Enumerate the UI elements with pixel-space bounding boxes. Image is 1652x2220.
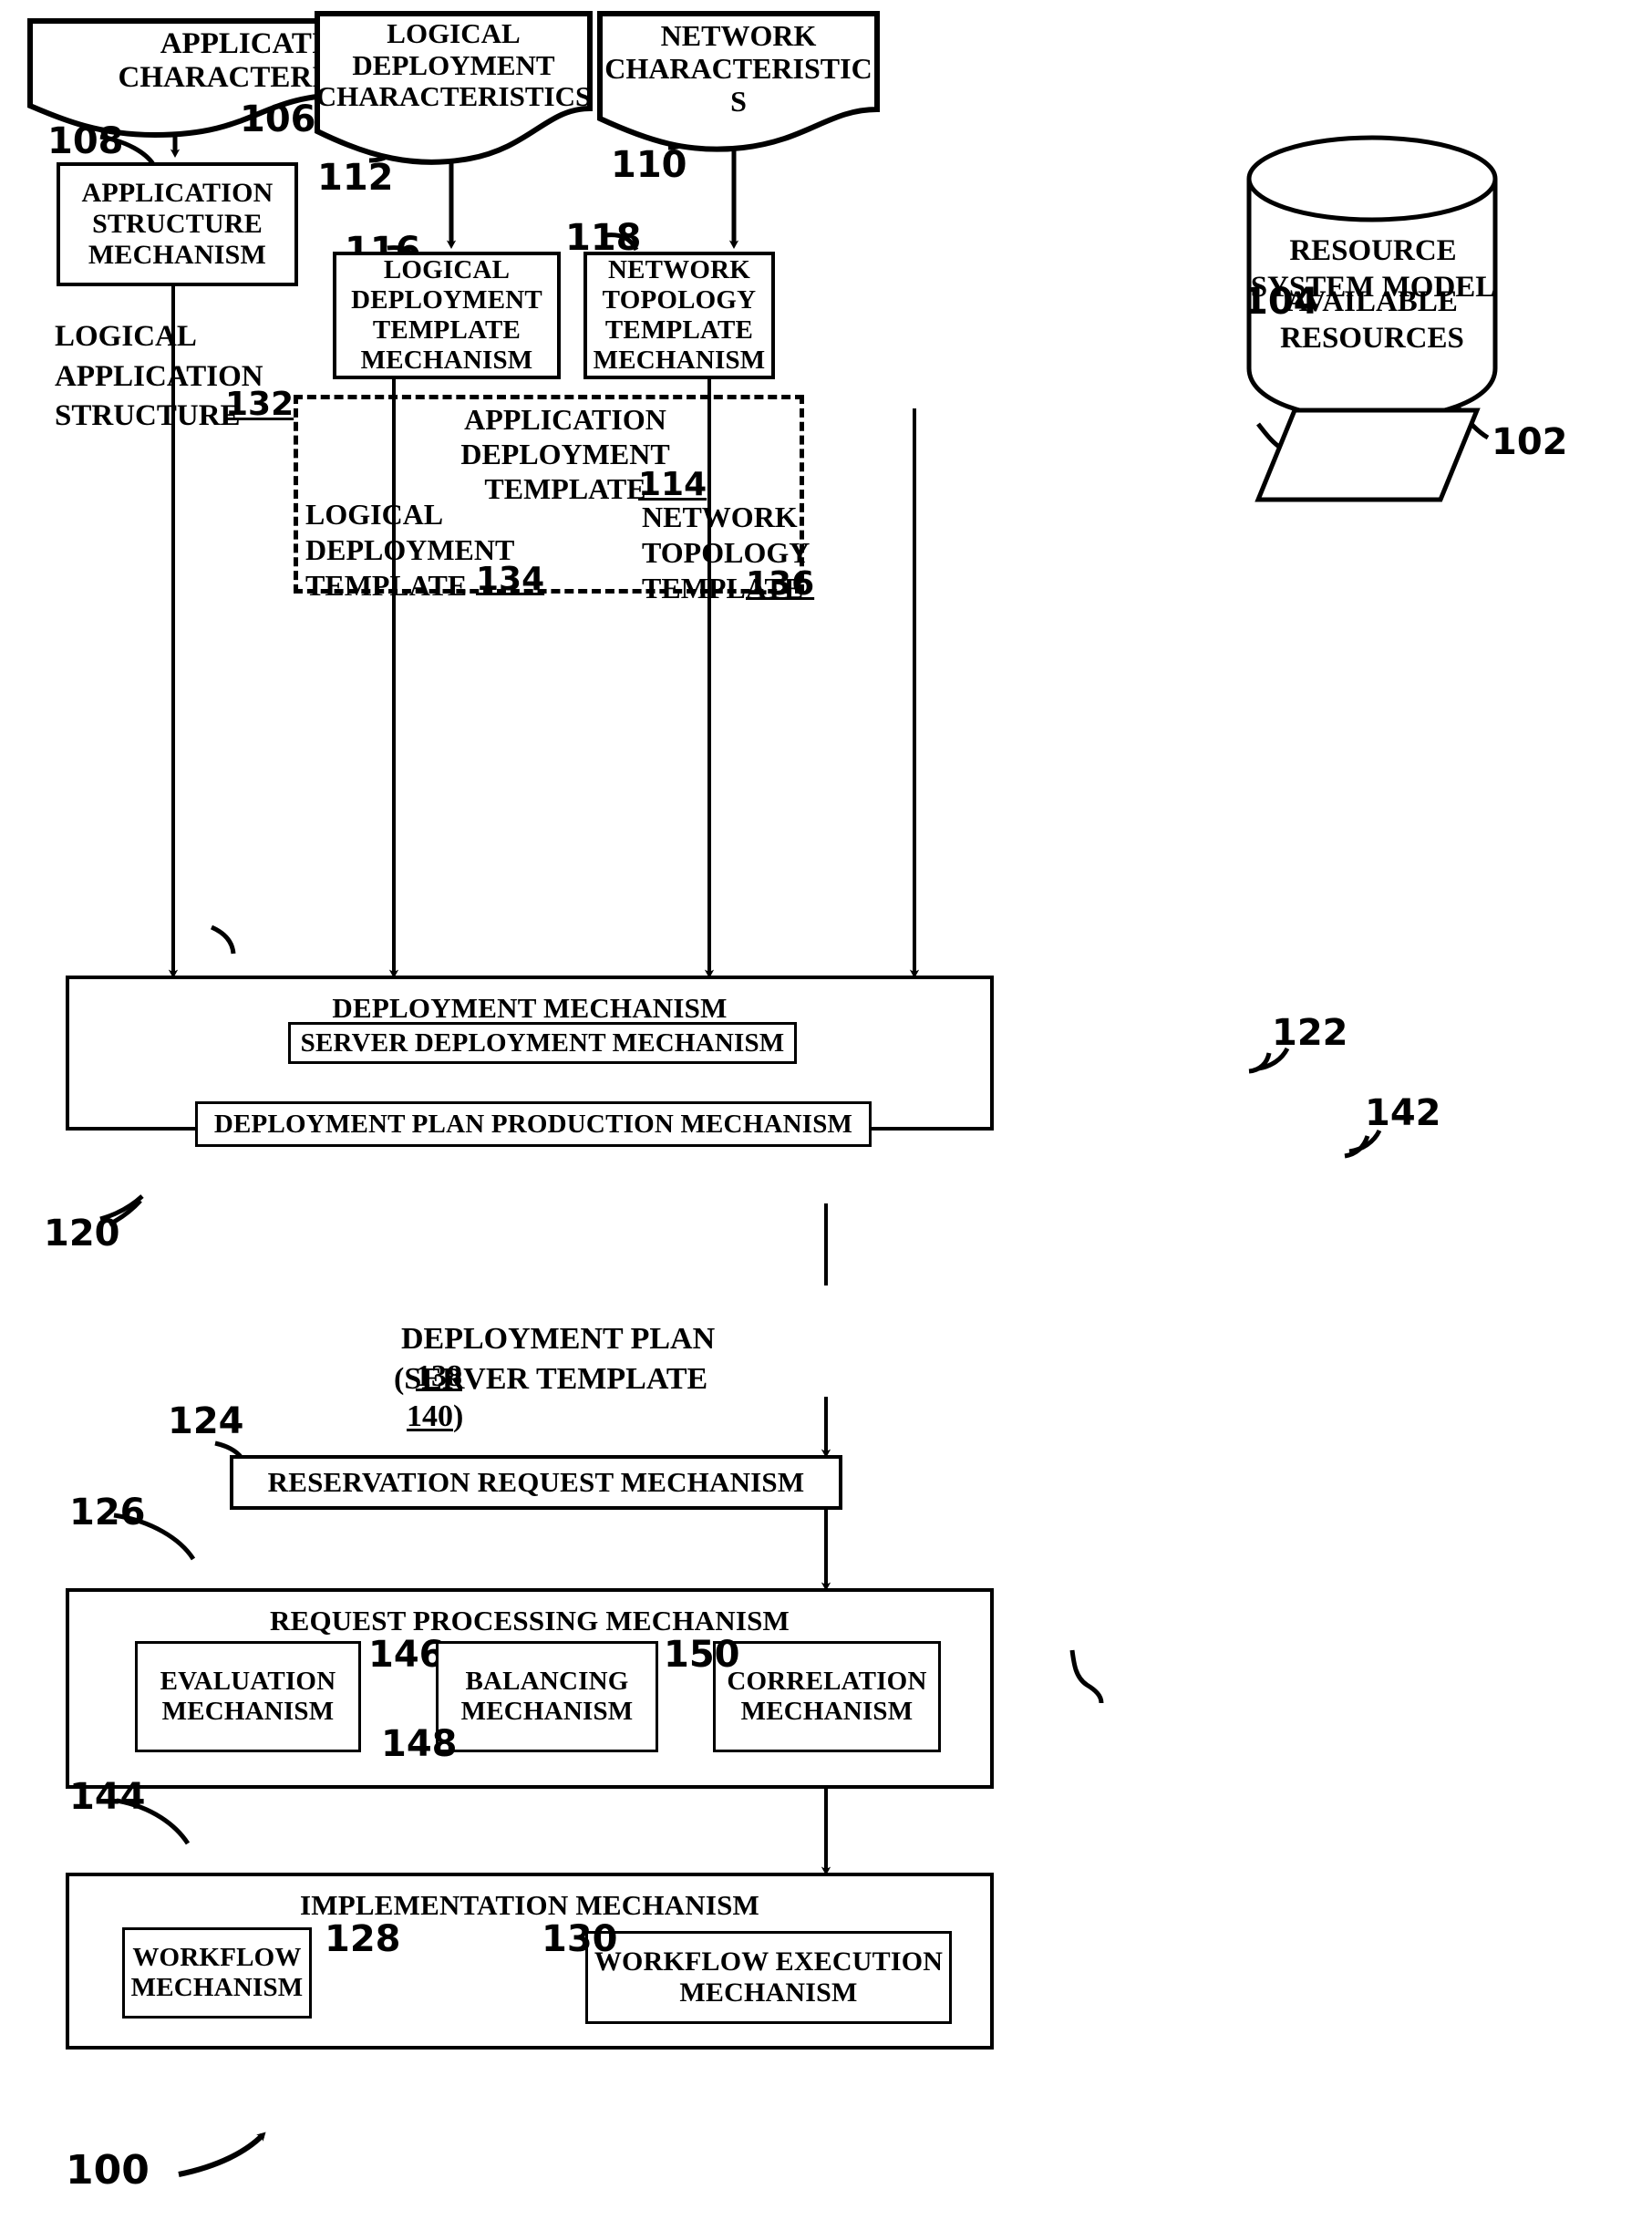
workflow-execution-mechanism-box[interactable]: WORKFLOW EXECUTION MECHANISM xyxy=(585,1931,952,2024)
logical-deployment-template-mechanism-label: LOGICAL DEPLOYMENT TEMPLATE MECHANISM xyxy=(351,255,542,375)
network-topology-template-mechanism-label: NETWORK TOPOLOGY TEMPLATE MECHANISM xyxy=(593,255,766,375)
ref-114: 114 xyxy=(638,466,707,503)
ref-126: 126 xyxy=(69,1492,146,1533)
ref-132: 132 xyxy=(225,386,294,423)
implementation-mechanism-label: IMPLEMENTATION MECHANISM xyxy=(300,1889,759,1921)
patent-figure-canvas: APPLICATION CHARACTERISTICS 106 LOGICAL … xyxy=(0,0,1652,2220)
ref-146: 146 xyxy=(368,1634,445,1676)
evaluation-mechanism-label: EVALUATION MECHANISM xyxy=(160,1667,336,1726)
request-processing-mechanism-label: REQUEST PROCESSING MECHANISM xyxy=(269,1605,790,1637)
ref-130: 130 xyxy=(542,1918,618,1960)
ref-108: 108 xyxy=(47,120,124,162)
ref-140: 140 xyxy=(407,1399,453,1433)
ref-106: 106 xyxy=(240,98,316,140)
correlation-mechanism-label: CORRELATION MECHANISM xyxy=(727,1667,927,1726)
ref-112: 112 xyxy=(317,157,394,199)
ref-150: 150 xyxy=(664,1634,740,1676)
deployment-mechanism-label: DEPLOYMENT MECHANISM xyxy=(332,992,728,1024)
workflow-mechanism-label: WORKFLOW MECHANISM xyxy=(130,1943,304,2002)
workflow-mechanism-box[interactable]: WORKFLOW MECHANISM xyxy=(122,1927,312,2019)
input-logical-deployment-characteristics: LOGICAL DEPLOYMENT CHARACTERISTICS xyxy=(315,11,593,170)
input-label: LOGICAL DEPLOYMENT CHARACTERISTICS xyxy=(315,17,592,113)
network-topology-template-mechanism-box[interactable]: NETWORK TOPOLOGY TEMPLATE MECHANISM xyxy=(583,252,775,379)
deployment-plan-artifact-line2: (SERVER TEMPLATE 140) xyxy=(394,1324,707,1435)
correlation-mechanism-box[interactable]: CORRELATION MECHANISM xyxy=(713,1641,941,1752)
evaluation-mechanism-box[interactable]: EVALUATION MECHANISM xyxy=(135,1641,361,1752)
available-resources-label: AVAILABLE RESOURCES xyxy=(1280,285,1464,355)
ref-122: 122 xyxy=(1272,1012,1348,1054)
ref-144: 144 xyxy=(69,1776,146,1818)
reservation-request-mechanism-box[interactable]: RESERVATION REQUEST MECHANISM xyxy=(230,1455,842,1510)
ref-120: 120 xyxy=(44,1213,120,1255)
logical-deployment-template-mechanism-box[interactable]: LOGICAL DEPLOYMENT TEMPLATE MECHANISM xyxy=(333,252,561,379)
ref-128: 128 xyxy=(325,1918,401,1960)
balancing-mechanism-label: BALANCING MECHANISM xyxy=(460,1667,634,1726)
server-deployment-mechanism-box[interactable]: SERVER DEPLOYMENT MECHANISM xyxy=(288,1022,797,1064)
ref-110: 110 xyxy=(611,144,687,186)
server-deployment-mechanism-label: SERVER DEPLOYMENT MECHANISM xyxy=(300,1027,785,1058)
ref-134: 134 xyxy=(476,561,545,598)
reservation-request-mechanism-label: RESERVATION REQUEST MECHANISM xyxy=(267,1466,805,1499)
workflow-execution-mechanism-label: WORKFLOW EXECUTION MECHANISM xyxy=(594,1946,944,2008)
ref-148: 148 xyxy=(381,1723,458,1765)
ref-142: 142 xyxy=(1365,1092,1441,1134)
ref-136: 136 xyxy=(746,565,815,603)
application-structure-mechanism-label: APPLICATION STRUCTURE MECHANISM xyxy=(81,178,274,270)
server-template-suffix: ) xyxy=(453,1399,464,1433)
ref-124: 124 xyxy=(168,1400,244,1442)
figure-number: 100 xyxy=(66,2147,150,2194)
deployment-plan-production-mechanism-label: DEPLOYMENT PLAN PRODUCTION MECHANISM xyxy=(213,1109,853,1139)
input-label: NETWORK CHARACTERISTIC S xyxy=(604,19,872,118)
balancing-mechanism-box[interactable]: BALANCING MECHANISM xyxy=(436,1641,658,1752)
server-template-label: (SERVER TEMPLATE xyxy=(394,1361,708,1396)
deployment-plan-production-mechanism-box[interactable]: DEPLOYMENT PLAN PRODUCTION MECHANISM xyxy=(195,1101,872,1147)
ref-102: 102 xyxy=(1492,421,1568,463)
input-network-characteristics: NETWORK CHARACTERISTIC S xyxy=(597,11,880,157)
application-structure-mechanism-box[interactable]: APPLICATION STRUCTURE MECHANISM xyxy=(57,162,298,286)
